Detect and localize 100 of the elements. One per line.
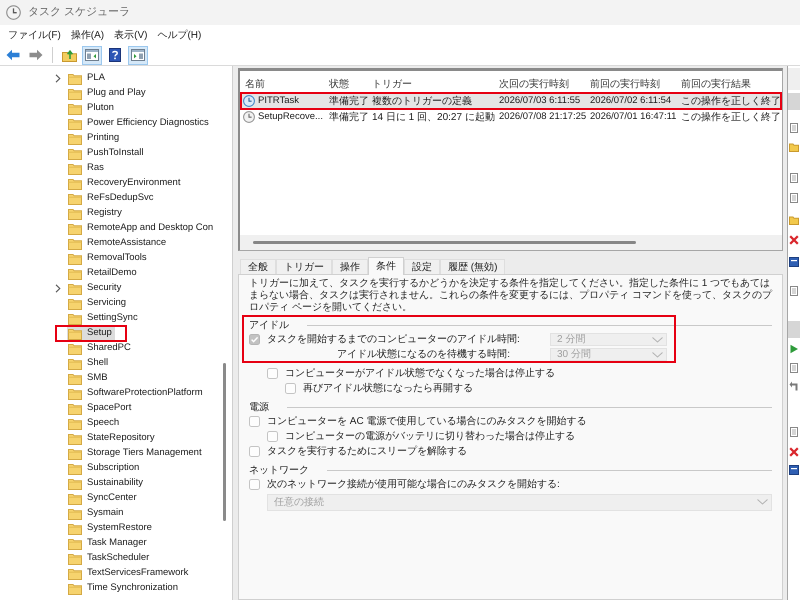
chevron-down-icon: [757, 499, 768, 505]
tree-item[interactable]: SMB: [67, 371, 111, 386]
tree-item[interactable]: RemoteAssistance: [67, 236, 170, 251]
checkbox[interactable]: [249, 416, 260, 427]
column-header[interactable]: 次回の実行時刻: [496, 76, 587, 92]
menu-item[interactable]: 表示(V): [110, 28, 152, 42]
tree-item[interactable]: Storage Tiers Management: [67, 446, 205, 461]
table-cell-text: 2026/07/01 16:47:11: [589, 110, 678, 124]
tree-item[interactable]: PushToInstall: [67, 146, 147, 161]
checkbox[interactable]: [249, 479, 260, 490]
folder-icon: [68, 162, 82, 174]
folder-icon: [68, 282, 82, 294]
action-pane-button[interactable]: [128, 46, 148, 64]
document-icon[interactable]: [789, 123, 799, 133]
play-icon[interactable]: [789, 344, 799, 354]
column-header[interactable]: 状態: [326, 76, 369, 92]
table-cell-text: 2026/07/08 21:17:25: [498, 110, 587, 124]
arrow-icon[interactable]: [789, 381, 799, 391]
checkbox-label: コンピューターの電源がバッテリに切り替わった場合は停止する: [285, 430, 575, 444]
tab[interactable]: 条件: [368, 257, 404, 275]
scrollbar-thumb[interactable]: [253, 241, 636, 244]
tab[interactable]: トリガー: [276, 259, 332, 274]
tree-item[interactable]: SharedPC: [67, 341, 134, 356]
chevron-right-icon[interactable]: [55, 284, 61, 293]
tree-item[interactable]: ReFsDedupSvc: [67, 191, 157, 206]
tree-item[interactable]: Sysmain: [67, 506, 126, 521]
tree-item[interactable]: Plug and Play: [67, 86, 149, 101]
tree-item[interactable]: SettingSync: [67, 311, 141, 326]
folder-icon: [68, 402, 82, 414]
table-cell-text: 2026/07/03 6:11:55: [498, 94, 582, 108]
menu-item[interactable]: ファイル(F): [4, 28, 65, 42]
tree-item[interactable]: Shell: [67, 356, 112, 371]
checkbox[interactable]: [267, 431, 278, 442]
table-row[interactable]: SetupRecove... 準備完了 14 日に 1 回、20:27 に起動 2026/07/08 21:17:25 2026/07/01 16:47:11 この操作を正しく終了: [240, 109, 782, 125]
column-header[interactable]: トリガー: [369, 76, 496, 92]
checkbox[interactable]: [267, 368, 278, 379]
folder-icon[interactable]: [789, 142, 799, 152]
tree-item[interactable]: Power Efficiency Diagnostics: [67, 116, 212, 131]
column-header[interactable]: 前回の実行結果: [678, 76, 782, 92]
chevron-right-icon[interactable]: [55, 74, 61, 83]
menu-item[interactable]: 操作(A): [66, 28, 108, 42]
tree-item[interactable]: SoftwareProtectionPlatform: [67, 386, 206, 401]
panel-icon[interactable]: [789, 257, 799, 267]
tree-item[interactable]: RecoveryEnvironment: [67, 176, 184, 191]
console-tree-button[interactable]: [82, 46, 102, 64]
tree-item[interactable]: Speech: [67, 416, 122, 431]
document-icon[interactable]: [789, 193, 799, 203]
checkbox[interactable]: [249, 334, 260, 345]
tree-item[interactable]: Registry: [67, 206, 125, 221]
tab[interactable]: 操作: [332, 259, 368, 274]
folder-icon: [68, 178, 82, 190]
panel-icon[interactable]: [789, 465, 799, 475]
tab[interactable]: 全般: [240, 259, 276, 274]
tree-item[interactable]: Security: [67, 281, 124, 296]
table-cell-text: この操作を正しく終了: [680, 110, 782, 124]
folder-icon: [68, 448, 82, 460]
field-label: アイドル状態になるのを待機する時間:: [337, 348, 510, 362]
tree-item[interactable]: Time Synchronization: [67, 581, 181, 596]
tree-item[interactable]: SyncCenter: [67, 491, 140, 506]
tree-item[interactable]: RetailDemo: [67, 266, 140, 281]
tree-item[interactable]: Pluton: [67, 101, 117, 116]
tree-item[interactable]: Sustainability: [67, 476, 146, 491]
tree-item[interactable]: Task Manager: [67, 536, 150, 551]
pane-right-icon: [131, 49, 145, 61]
chevron-down-icon: [652, 336, 663, 342]
tree-item[interactable]: Subscription: [67, 461, 142, 476]
tree-item[interactable]: SpacePort: [67, 401, 134, 416]
folder-icon: [68, 568, 82, 580]
tree-item[interactable]: StateRepository: [67, 431, 158, 446]
tree-item[interactable]: SystemRestore: [67, 521, 155, 536]
document-icon[interactable]: [789, 363, 799, 373]
document-icon[interactable]: [789, 173, 799, 183]
folder-icon: [68, 208, 82, 220]
cross-icon[interactable]: [789, 447, 799, 457]
column-header[interactable]: 前回の実行時刻: [587, 76, 678, 92]
document-icon[interactable]: [789, 427, 799, 437]
folder-icon: [68, 328, 82, 340]
column-header[interactable]: 名前: [240, 76, 326, 92]
tree-item[interactable]: TextServicesFramework: [67, 566, 192, 581]
tree-item[interactable]: PLA: [67, 71, 108, 86]
tree-item[interactable]: Servicing: [67, 296, 130, 311]
document-icon[interactable]: [789, 286, 799, 296]
checkbox[interactable]: [249, 446, 260, 457]
scrollbar-thumb[interactable]: [223, 363, 226, 521]
folder-icon: [68, 312, 82, 324]
chevron-down-icon: [652, 352, 663, 358]
folder-icon: [68, 478, 82, 490]
group-label: ネットワーク: [249, 464, 309, 478]
cross-icon[interactable]: [789, 235, 799, 245]
tree-item[interactable]: RemovalTools: [67, 251, 150, 266]
tree-item[interactable]: RemoteApp and Desktop Con: [67, 221, 216, 236]
tree-item[interactable]: Printing: [67, 131, 122, 146]
menu-item[interactable]: ヘルプ(H): [153, 28, 206, 42]
tree-item[interactable]: Ras: [67, 161, 107, 176]
folder-icon[interactable]: [789, 215, 799, 225]
tab[interactable]: 履歴 (無効): [440, 259, 506, 274]
tree-item[interactable]: TaskScheduler: [67, 551, 152, 566]
tab[interactable]: 設定: [404, 259, 440, 274]
description-text: トリガーに加えて、タスクを実行するかどうかを決定する条件を指定してください。指定した条件に 1 つでもあてはまらない場合、タスクは実行されません。これらの条件を変更するには、プロパティ コマンドを使って、タスクのプロパティ ページを開いてください。: [249, 278, 772, 314]
checkbox[interactable]: [285, 383, 296, 394]
